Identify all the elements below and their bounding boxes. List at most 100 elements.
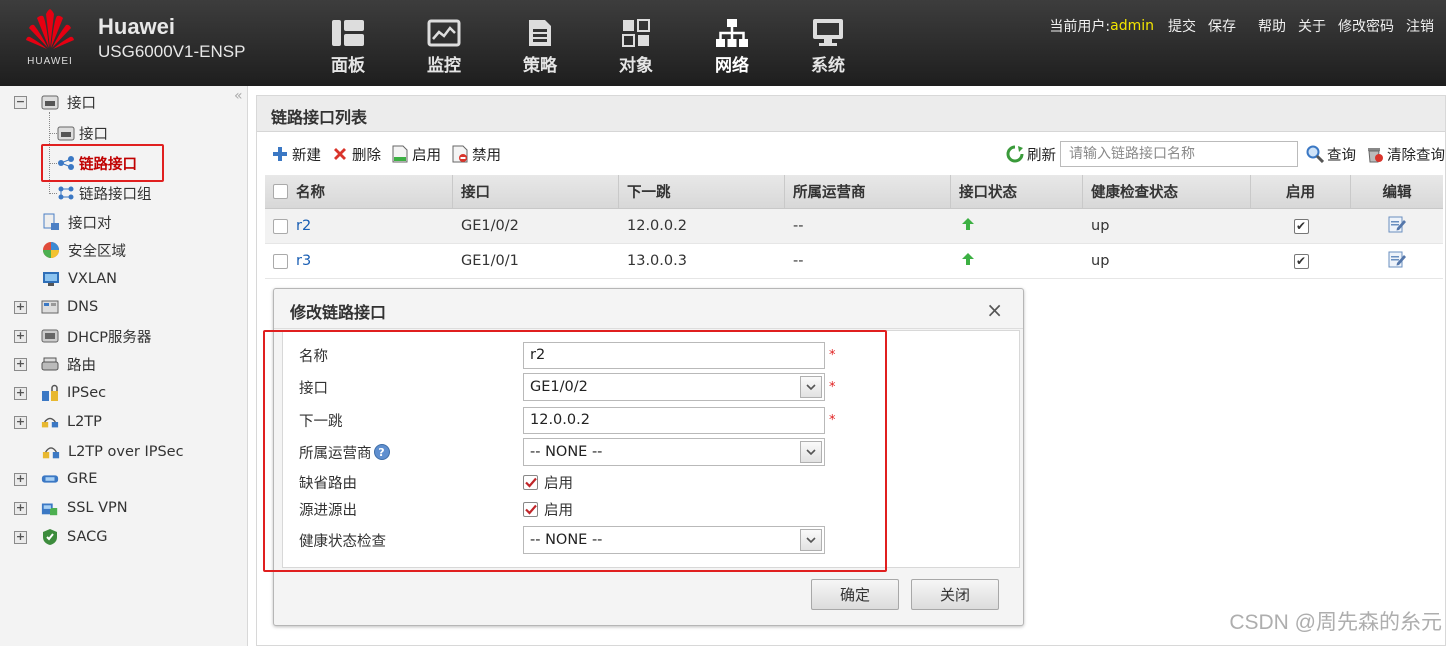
huawei-petal-icon	[26, 9, 74, 49]
row-health: up	[1091, 218, 1110, 234]
collapse-sidebar-icon[interactable]: «	[234, 88, 243, 104]
sidebar-item-ssl-vpn[interactable]: + SSL VPN	[14, 496, 128, 520]
sidebar-item-label: 安全区域	[68, 243, 126, 260]
edit-icon[interactable]	[1387, 215, 1407, 237]
sidebar-item-interface-group[interactable]: − 接口	[14, 90, 96, 114]
expand-icon[interactable]: +	[14, 357, 27, 371]
column-label: 编辑	[1382, 185, 1412, 201]
sidebar-item-interface-pair[interactable]: 接口对	[42, 210, 112, 234]
row-name-link[interactable]: r2	[296, 218, 311, 234]
row-isp: --	[793, 218, 804, 234]
query-button[interactable]: 查询	[1306, 144, 1356, 165]
row-isp: --	[793, 253, 804, 269]
brand: Huawei USG6000V1-ENSP	[98, 14, 245, 62]
ipsec-icon	[41, 384, 59, 402]
row-name-link[interactable]: r3	[296, 253, 311, 269]
expand-icon[interactable]: +	[14, 472, 27, 486]
close-button[interactable]: 关闭	[911, 579, 999, 610]
disable-button[interactable]: 禁用	[451, 144, 501, 165]
nav-object[interactable]: 对象	[588, 16, 684, 76]
table-row[interactable]: r2 GE1/0/2 12.0.0.2 -- up ✔	[265, 209, 1443, 244]
vxlan-icon	[42, 270, 60, 288]
nav-monitor[interactable]: 监控	[396, 16, 492, 76]
row-checkbox[interactable]	[273, 253, 288, 269]
col-next-hop[interactable]: 下一跳	[619, 175, 785, 208]
nav-policy[interactable]: 策略	[492, 16, 588, 76]
table-row[interactable]: r3 GE1/0/1 13.0.0.3 -- up ✔	[265, 244, 1443, 279]
col-health[interactable]: 健康检查状态	[1083, 175, 1251, 208]
l2tp-icon	[41, 413, 59, 431]
column-label: 接口	[461, 185, 490, 201]
table-body: r2 GE1/0/2 12.0.0.2 -- up ✔ r3 GE1/0/1 1…	[265, 209, 1443, 279]
row-enabled-checkbox[interactable]: ✔	[1293, 253, 1309, 269]
sidebar-item-l2tp-over-ipsec[interactable]: L2TP over IPSec	[42, 440, 184, 464]
col-enabled[interactable]: 启用	[1251, 175, 1351, 208]
search-input[interactable]	[1060, 141, 1298, 167]
dashboard-icon	[300, 16, 396, 50]
sidebar-item-dhcp-server[interactable]: + DHCP服务器	[14, 324, 151, 348]
row-next-hop: 12.0.0.2	[627, 218, 687, 234]
sidebar-item-ipsec[interactable]: + IPSec	[14, 381, 106, 405]
expand-icon[interactable]: +	[14, 530, 27, 544]
select-all-checkbox[interactable]	[273, 184, 288, 199]
sidebar-item-vxlan[interactable]: VXLAN	[42, 267, 117, 291]
status-up-arrow-icon	[961, 252, 975, 270]
row-interface: GE1/0/2	[461, 218, 519, 234]
about-link[interactable]: 关于	[1298, 16, 1326, 36]
sidebar-item-label: L2TP	[67, 414, 102, 430]
list-toolbar: 新建 删除 启用 禁用 刷新 查询 清除查询	[257, 136, 1446, 172]
sidebar-item-link-interface-group[interactable]: 链路接口组	[57, 181, 152, 205]
monitor-icon	[396, 16, 492, 50]
sidebar-item-dns[interactable]: + DNS	[14, 295, 98, 319]
clear-query-button[interactable]: 清除查询	[1366, 144, 1445, 165]
interface-icon	[41, 93, 59, 111]
row-interface: GE1/0/1	[461, 253, 519, 269]
col-name[interactable]: 名称	[265, 175, 453, 208]
row-health: up	[1091, 253, 1110, 269]
nav-network[interactable]: 网络	[684, 16, 780, 76]
col-interface[interactable]: 接口	[453, 175, 619, 208]
col-edit[interactable]: 编辑	[1351, 175, 1443, 208]
refresh-button[interactable]: 刷新	[1006, 144, 1056, 165]
col-status[interactable]: 接口状态	[951, 175, 1083, 208]
nav-dashboard[interactable]: 面板	[300, 16, 396, 76]
row-enabled-checkbox[interactable]: ✔	[1293, 218, 1309, 234]
expand-icon[interactable]: +	[14, 501, 27, 515]
router-icon	[41, 355, 59, 373]
nav-system[interactable]: 系统	[780, 16, 876, 76]
edit-icon[interactable]	[1387, 250, 1407, 272]
logout-link[interactable]: 注销	[1406, 16, 1434, 36]
sidebar-item-label: DHCP服务器	[67, 329, 152, 346]
column-label: 下一跳	[627, 185, 671, 201]
expand-icon[interactable]: +	[14, 329, 27, 343]
row-checkbox[interactable]	[273, 218, 288, 234]
sidebar-item-l2tp[interactable]: + L2TP	[14, 410, 102, 434]
expand-icon[interactable]: +	[14, 300, 27, 314]
sidebar-item-label: IPSec	[67, 385, 107, 401]
close-icon[interactable]: ×	[986, 298, 1003, 322]
sidebar-item-label: 接口	[67, 95, 96, 112]
help-link[interactable]: 帮助	[1258, 16, 1286, 36]
sidebar-item-gre[interactable]: + GRE	[14, 467, 97, 491]
enable-button[interactable]: 启用	[391, 144, 441, 165]
expand-icon[interactable]: +	[14, 415, 27, 429]
current-user: admin	[1110, 18, 1154, 34]
nav-label: 策略	[523, 56, 557, 76]
ok-button[interactable]: 确定	[811, 579, 899, 610]
submit-link[interactable]: 提交	[1168, 16, 1196, 36]
ssl-vpn-icon	[41, 499, 59, 517]
search-icon	[1306, 145, 1324, 163]
save-link[interactable]: 保存	[1208, 16, 1236, 36]
expand-icon[interactable]: +	[14, 386, 27, 400]
sidebar-item-sacg[interactable]: + SACG	[14, 525, 108, 549]
col-isp[interactable]: 所属运营商	[785, 175, 951, 208]
sidebar-item-security-zone[interactable]: 安全区域	[42, 238, 126, 262]
status-up-arrow-icon	[961, 217, 975, 235]
collapse-icon[interactable]: −	[14, 95, 27, 109]
change-password-link[interactable]: 修改密码	[1338, 16, 1394, 36]
delete-button[interactable]: 删除	[331, 144, 381, 165]
sidebar-item-interface[interactable]: 接口	[57, 121, 108, 145]
sidebar-item-routing[interactable]: + 路由	[14, 352, 96, 376]
column-label: 接口状态	[959, 185, 1017, 201]
new-button[interactable]: 新建	[271, 144, 321, 165]
